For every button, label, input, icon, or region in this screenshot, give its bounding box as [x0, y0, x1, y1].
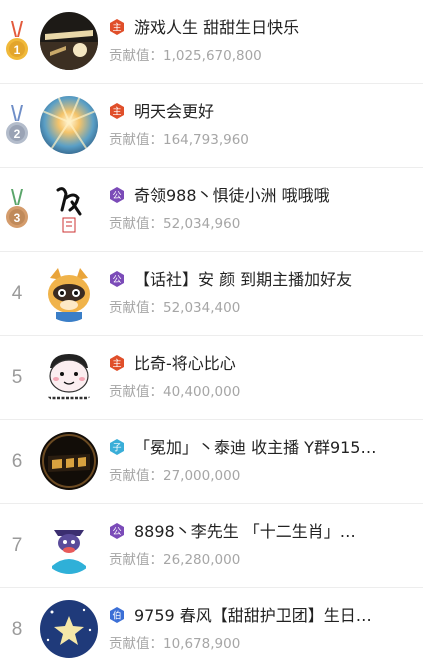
- contribution-label: 贡献值：: [109, 132, 163, 148]
- contribution-number: 52,034,400: [163, 300, 241, 316]
- ranking-row[interactable]: 4 公 【话社】安 颜 到期主播加好友 贡献值：52,034,400: [0, 252, 423, 336]
- duke-badge-icon: 公: [110, 523, 124, 539]
- rank: 5: [0, 336, 34, 420]
- contribution-label: 贡献值：: [109, 216, 163, 232]
- contribution-label: 贡献值：: [109, 384, 163, 400]
- contribution-value: 贡献值：40,400,000: [109, 380, 240, 400]
- rank-number: 6: [11, 451, 23, 472]
- rank-number: 3: [14, 211, 21, 225]
- user-name: 明天会更好: [134, 102, 215, 121]
- rank-number: 5: [11, 367, 23, 388]
- contribution-value: 贡献值：52,034,960: [109, 212, 240, 232]
- svg-text:子: 子: [112, 443, 121, 454]
- contribution-label: 贡献值：: [109, 300, 163, 316]
- ranking-row[interactable]: 1 主 游戏人生 甜甜生日快乐 贡献值：1,025,670,800: [0, 0, 423, 84]
- duke-badge-icon: 公: [110, 271, 124, 287]
- svg-text:主: 主: [112, 358, 121, 370]
- user-avatar[interactable]: [40, 180, 98, 238]
- user-name: 奇领988丶惧徒小洲 哦哦哦: [134, 186, 330, 205]
- user-avatar[interactable]: [40, 516, 98, 574]
- contribution-value: 贡献值：1,025,670,800: [109, 44, 262, 64]
- contribution-number: 26,280,000: [163, 552, 241, 568]
- ranking-row[interactable]: 2 主 明天会更好 贡献值：164,793,960: [0, 84, 423, 168]
- contribution-label: 贡献值：: [109, 636, 163, 652]
- contribution-value: 贡献值：10,678,900: [109, 632, 240, 652]
- silver-medal-icon: 2: [6, 105, 28, 144]
- rank-medal-gold: 1: [0, 0, 34, 84]
- svg-text:公: 公: [112, 527, 121, 538]
- rank-number: 2: [14, 127, 21, 141]
- rank-number: 4: [11, 283, 23, 304]
- ranking-row[interactable]: 7 公 8898丶李先生 「十二生肖」… 贡献值：26,280,000: [0, 504, 423, 588]
- contribution-label: 贡献值：: [109, 468, 163, 484]
- user-name: 8898丶李先生 「十二生肖」…: [134, 522, 356, 541]
- svg-text:主: 主: [112, 22, 121, 34]
- contribution-number: 1,025,670,800: [163, 48, 262, 64]
- contribution-value: 贡献值：52,034,400: [109, 296, 240, 316]
- user-name: 比奇-将心比心: [134, 354, 236, 373]
- rank-medal-bronze: 3: [0, 168, 34, 252]
- duke-badge-icon: 公: [110, 187, 124, 203]
- host-badge-icon: 主: [110, 19, 124, 35]
- user-avatar[interactable]: [40, 264, 98, 322]
- rank: 8: [0, 588, 34, 672]
- rank: 7: [0, 504, 34, 588]
- contribution-label: 贡献值：: [109, 48, 163, 64]
- svg-text:伯: 伯: [112, 610, 121, 622]
- contribution-label: 贡献值：: [109, 552, 163, 568]
- contribution-value: 贡献值：164,793,960: [109, 128, 249, 148]
- host-badge-icon: 主: [110, 103, 124, 119]
- ranking-row[interactable]: 5 主 比奇-将心比心 贡献值：40,400,000: [0, 336, 423, 420]
- contribution-value: 贡献值：27,000,000: [109, 464, 240, 484]
- rank: 4: [0, 252, 34, 336]
- contribution-number: 27,000,000: [163, 468, 241, 484]
- contribution-number: 164,793,960: [163, 132, 249, 148]
- rank-number: 8: [11, 619, 23, 640]
- ranking-row[interactable]: 6 子 「冕加」丶泰迪 收主播 Y群915… 贡献值：27,000,000: [0, 420, 423, 504]
- bronze-medal-icon: 3: [6, 189, 28, 228]
- user-avatar[interactable]: [40, 348, 98, 406]
- user-avatar[interactable]: [40, 96, 98, 154]
- rank-number: 1: [14, 43, 21, 57]
- rank: 6: [0, 420, 34, 504]
- user-avatar[interactable]: [40, 600, 98, 658]
- svg-text:公: 公: [112, 275, 121, 286]
- ranking-row[interactable]: 3 公 奇领988丶惧徒小洲 哦哦哦 贡献值：52,034,960: [0, 168, 423, 252]
- user-name: 9759 春风【甜甜护卫团】生日…: [134, 606, 372, 625]
- contribution-number: 10,678,900: [163, 636, 241, 652]
- viscount-badge-icon: 子: [110, 439, 124, 455]
- user-name: 游戏人生 甜甜生日快乐: [134, 18, 300, 37]
- contribution-ranking-list: 1 主 游戏人生 甜甜生日快乐 贡献值：1,025,670,800 2 主 明天…: [0, 0, 423, 672]
- contribution-value: 贡献值：26,280,000: [109, 548, 240, 568]
- user-avatar[interactable]: [40, 432, 98, 490]
- user-name: 「冕加」丶泰迪 收主播 Y群915…: [134, 438, 377, 457]
- earl-badge-icon: 伯: [110, 607, 124, 623]
- contribution-number: 52,034,960: [163, 216, 241, 232]
- svg-text:公: 公: [112, 191, 121, 202]
- rank-medal-silver: 2: [0, 84, 34, 168]
- contribution-number: 40,400,000: [163, 384, 241, 400]
- host-badge-icon: 主: [110, 355, 124, 371]
- user-avatar[interactable]: [40, 12, 98, 70]
- svg-text:主: 主: [112, 106, 121, 118]
- rank-number: 7: [11, 535, 23, 556]
- ranking-row[interactable]: 8 伯 9759 春风【甜甜护卫团】生日… 贡献值：10,678,900: [0, 588, 423, 672]
- user-name: 【话社】安 颜 到期主播加好友: [134, 270, 353, 289]
- gold-medal-icon: 1: [6, 21, 28, 60]
